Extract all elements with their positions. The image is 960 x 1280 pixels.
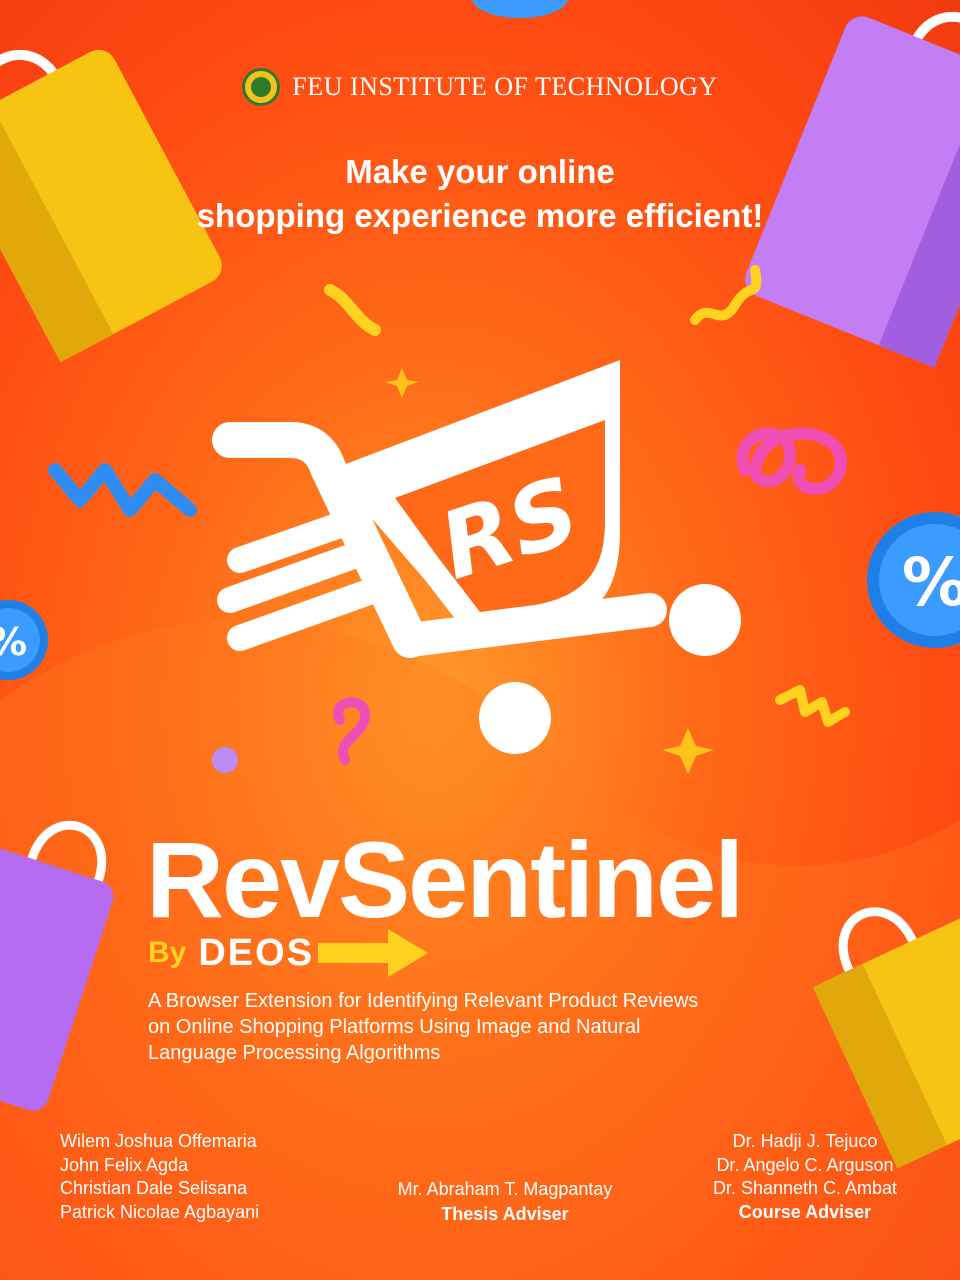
tagline-line-1: Make your online <box>345 153 615 190</box>
description-line-3: Language Processing Algorithms <box>148 1042 441 1064</box>
svg-text:%: % <box>902 544 960 621</box>
tagline: Make your online shopping experience mor… <box>0 150 960 238</box>
yellow-zigzag-icon <box>775 685 850 727</box>
tagline-line-2: shopping experience more efficient! <box>196 197 764 234</box>
feu-seal-icon <box>242 68 281 106</box>
blue-zigzag-icon <box>48 463 197 517</box>
author-list: Wilem Joshua Offemaria John Felix Agda C… <box>60 1130 259 1224</box>
thesis-adviser-block: Mr. Abraham T. Magpantay Thesis Adviser <box>340 1177 670 1227</box>
description: A Browser Extension for Identifying Rele… <box>148 988 838 1066</box>
discount-coin-icon-right: % <box>867 512 960 648</box>
description-line-1: A Browser Extension for Identifying Rele… <box>148 990 699 1012</box>
author-name: Patrick Nicolae Agbayani <box>60 1201 260 1222</box>
author-name: Wilem Joshua Offemaria <box>60 1131 257 1151</box>
blue-coin-top-icon <box>472 0 568 18</box>
shopping-cart-icon: RS <box>212 360 741 754</box>
institution-name: FEU INSTITUTE OF TECHNOLOGY <box>292 72 718 101</box>
author-name: John Felix Agda <box>60 1154 189 1175</box>
app-title: RevSentinel <box>146 819 744 940</box>
discount-coin-icon-left: % <box>0 600 48 680</box>
description-line-2: on Online Shopping Platforms Using Image… <box>148 1016 641 1038</box>
thesis-adviser-role: Thesis Adviser <box>441 1204 569 1224</box>
course-adviser-name: Dr. Hadji J. Tejuco <box>732 1131 878 1151</box>
author-name: Christian Dale Selisana <box>60 1178 248 1198</box>
by-label: By <box>148 936 187 969</box>
team-logo: DEOS <box>198 931 315 974</box>
thesis-adviser-name: Mr. Abraham T. Magpantay <box>397 1179 613 1199</box>
header: FEU INSTITUTE OF TECHNOLOGY <box>0 62 960 112</box>
svg-text:%: % <box>0 620 27 664</box>
arrow-right-icon <box>318 929 429 977</box>
course-adviser-role: Course Adviser <box>738 1201 872 1222</box>
course-adviser-name: Dr. Angelo C. Arguson <box>716 1154 894 1175</box>
byline: By DEOS <box>148 928 429 978</box>
course-adviser-block: Dr. Hadji J. Tejuco Dr. Angelo C. Arguso… <box>680 1130 930 1224</box>
course-adviser-name: Dr. Shanneth C. Ambat <box>712 1178 898 1198</box>
